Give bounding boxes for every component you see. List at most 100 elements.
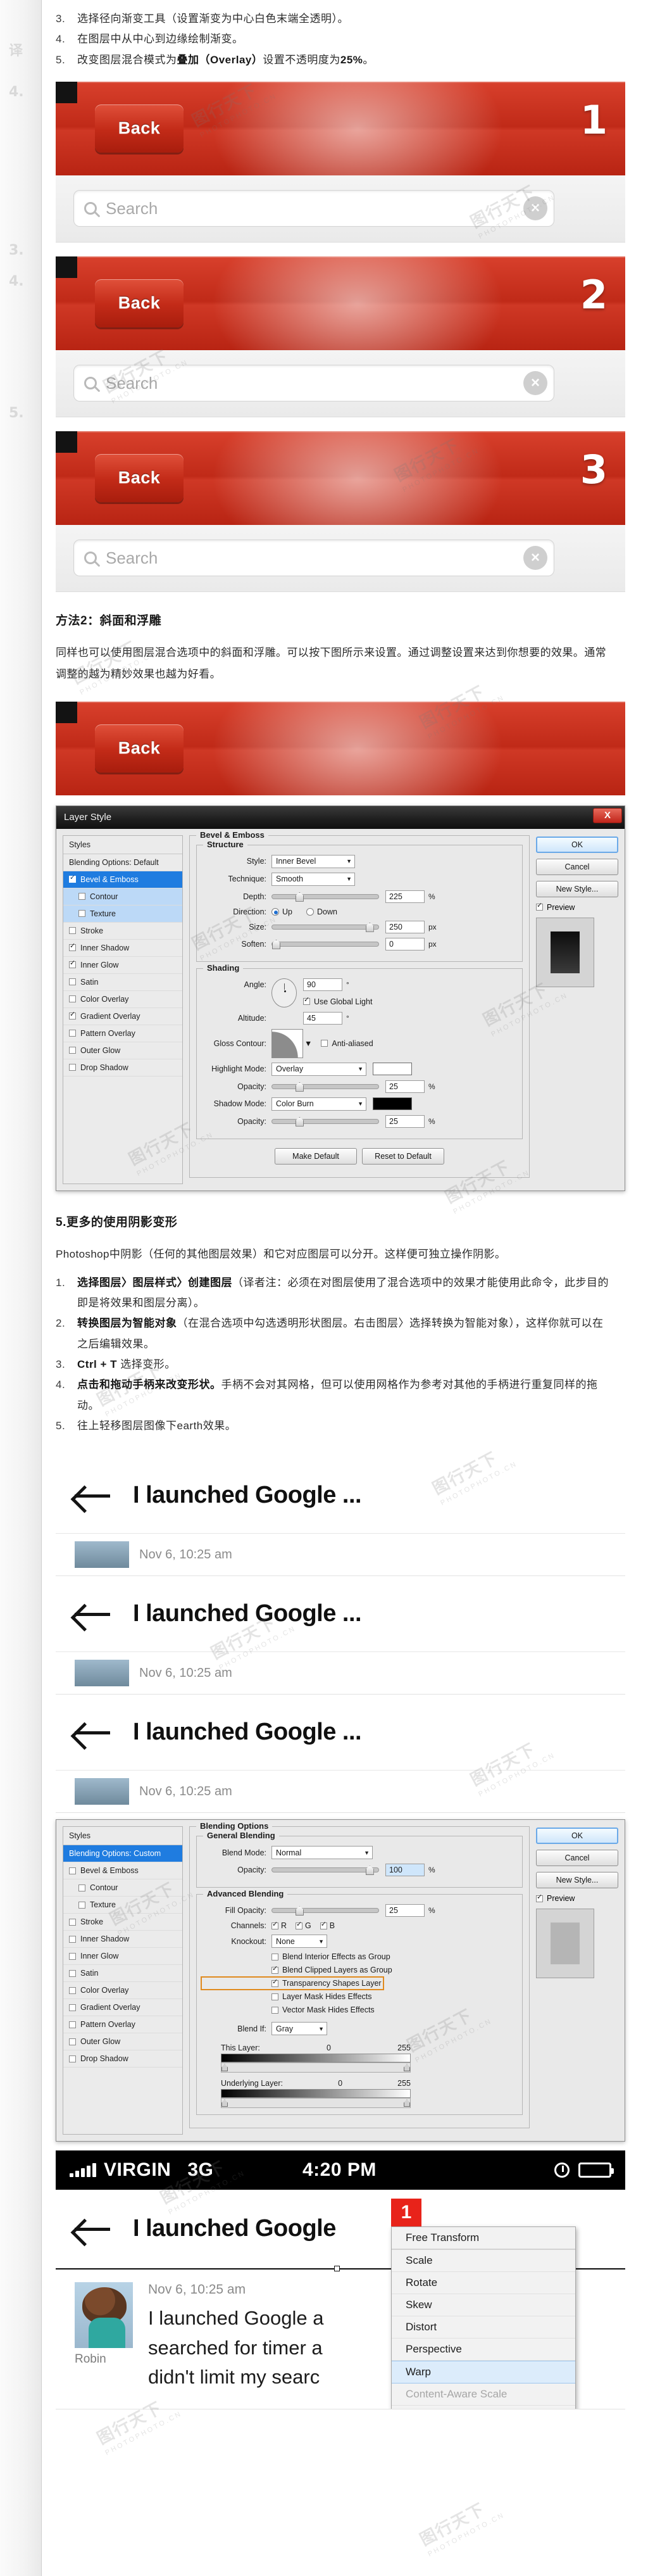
- checkbox-icon[interactable]: [271, 1993, 278, 2000]
- checkbox-icon[interactable]: [78, 910, 85, 918]
- checkbox-icon[interactable]: [69, 1064, 76, 1071]
- gloss-contour-preview[interactable]: [271, 1028, 303, 1058]
- style-row-color-overlay[interactable]: Color Overlay: [63, 991, 182, 1008]
- back-arrow-icon[interactable]: [75, 1602, 111, 1626]
- style-row-satin[interactable]: Satin: [63, 1965, 182, 1983]
- menu-item-scale[interactable]: Scale: [392, 2250, 575, 2273]
- checkbox-icon[interactable]: [271, 1978, 278, 1987]
- back-button-3[interactable]: Back: [95, 453, 184, 502]
- checkbox-icon[interactable]: [78, 893, 85, 900]
- angle-value[interactable]: 90: [303, 978, 342, 991]
- shadow-color-swatch[interactable]: [373, 1097, 412, 1111]
- clear-circle-icon[interactable]: ×: [523, 546, 547, 571]
- checkbox-icon[interactable]: [69, 995, 76, 1003]
- radio-down-icon[interactable]: [306, 907, 314, 916]
- checkbox-icon[interactable]: [536, 1893, 543, 1902]
- style-row-outer-glow[interactable]: Outer Glow: [63, 1042, 182, 1059]
- checkbox-icon[interactable]: [296, 1921, 303, 1929]
- angle-dial-icon[interactable]: [271, 978, 297, 1007]
- checkbox-icon[interactable]: [321, 1040, 328, 1047]
- menu-item-distort[interactable]: Distort: [392, 2316, 575, 2339]
- highlight-opacity-slider[interactable]: [271, 1082, 379, 1092]
- shadow-opacity-value[interactable]: 25: [385, 1114, 425, 1128]
- checkbox-icon[interactable]: [303, 996, 310, 1006]
- make-default-button[interactable]: Make Default: [275, 1147, 357, 1165]
- clear-circle-icon[interactable]: ×: [523, 371, 547, 396]
- style-dropdown[interactable]: Inner Bevel ▼: [271, 854, 355, 868]
- checkbox-icon[interactable]: [69, 959, 76, 969]
- underlying-layer-slider-track[interactable]: [221, 2098, 411, 2109]
- style-row-texture[interactable]: Texture: [63, 1897, 182, 1914]
- menu-item-perspective[interactable]: Perspective: [392, 2339, 575, 2361]
- style-row-bevel-emboss[interactable]: Bevel & Emboss: [63, 1862, 182, 1880]
- back-arrow-icon[interactable]: [75, 2217, 111, 2241]
- menu-item-skew[interactable]: Skew: [392, 2294, 575, 2317]
- checkbox-icon[interactable]: [69, 1011, 76, 1020]
- checkbox-icon[interactable]: [69, 2055, 76, 2062]
- checkbox-icon[interactable]: [320, 1921, 327, 1929]
- knockout-dropdown[interactable]: None ▼: [271, 1935, 327, 1948]
- style-row-inner-glow[interactable]: Inner Glow: [63, 957, 182, 974]
- clear-circle-icon[interactable]: ×: [523, 196, 547, 221]
- chevron-down-icon[interactable]: ▼: [304, 1039, 312, 1048]
- menu-item-free-transform[interactable]: Free Transform: [392, 2227, 575, 2251]
- style-row-satin[interactable]: Satin: [63, 974, 182, 991]
- style-row-gradient-overlay[interactable]: Gradient Overlay: [63, 1008, 182, 1025]
- checkbox-icon[interactable]: [69, 1918, 76, 1926]
- checkbox-icon[interactable]: [69, 2038, 76, 2045]
- slider-handle[interactable]: [404, 2064, 410, 2072]
- checkbox-icon[interactable]: [69, 1952, 76, 1960]
- soften-slider[interactable]: [271, 939, 379, 949]
- checkbox-icon[interactable]: [536, 902, 543, 911]
- checkbox-icon[interactable]: [271, 2006, 278, 2014]
- checkbox-icon[interactable]: [69, 1047, 76, 1054]
- checkbox-icon[interactable]: [69, 1969, 76, 1977]
- checkbox-icon[interactable]: [78, 1901, 85, 1909]
- menu-item-rotate[interactable]: Rotate: [392, 2272, 575, 2295]
- slider-knob[interactable]: [295, 1116, 304, 1127]
- style-row-gradient-overlay[interactable]: Gradient Overlay: [63, 1999, 182, 2017]
- fill-opacity-slider[interactable]: [271, 1906, 379, 1916]
- style-row-outer-glow[interactable]: Outer Glow: [63, 2033, 182, 2051]
- menu-item-warp[interactable]: Warp: [392, 2361, 575, 2384]
- style-row-pattern-overlay[interactable]: Pattern Overlay: [63, 2016, 182, 2034]
- new-style-button[interactable]: New Style...: [536, 1872, 618, 1889]
- checkbox-icon[interactable]: [69, 2004, 76, 2011]
- back-arrow-icon[interactable]: [75, 1720, 111, 1745]
- style-row-drop-shadow[interactable]: Drop Shadow: [63, 1059, 182, 1076]
- back-button-4[interactable]: Back: [95, 724, 184, 773]
- ok-button[interactable]: OK: [536, 836, 618, 853]
- depth-slider[interactable]: [271, 892, 379, 902]
- reset-to-default-button[interactable]: Reset to Default: [362, 1147, 444, 1165]
- slider-handle[interactable]: [221, 2099, 228, 2107]
- altitude-value[interactable]: 45: [303, 1011, 342, 1025]
- opacity-slider[interactable]: [271, 1866, 379, 1876]
- style-row-pattern-overlay[interactable]: Pattern Overlay: [63, 1025, 182, 1042]
- preview-toggle[interactable]: Preview: [536, 1893, 618, 1903]
- style-row-stroke[interactable]: Stroke: [63, 1914, 182, 1931]
- slider-knob[interactable]: [295, 892, 304, 902]
- style-row-bevel-emboss[interactable]: Bevel & Emboss: [63, 871, 182, 888]
- transform-handle[interactable]: [334, 2266, 340, 2272]
- checkbox-icon[interactable]: [69, 978, 76, 986]
- slider-handle[interactable]: [404, 2099, 410, 2107]
- ok-button[interactable]: OK: [536, 1828, 618, 1845]
- this-layer-slider-track[interactable]: [221, 2062, 411, 2073]
- search-input-3[interactable]: Search ×: [73, 540, 554, 577]
- opacity-value[interactable]: 100: [385, 1864, 425, 1877]
- style-row-inner-glow[interactable]: Inner Glow: [63, 1948, 182, 1966]
- new-style-button[interactable]: New Style...: [536, 880, 618, 897]
- highlight-mode-dropdown[interactable]: Overlay ▼: [271, 1062, 366, 1076]
- style-row-contour[interactable]: Contour: [63, 888, 182, 906]
- slider-knob[interactable]: [295, 1082, 304, 1092]
- style-row-contour[interactable]: Contour: [63, 1879, 182, 1897]
- blend-if-dropdown[interactable]: Gray ▼: [271, 2022, 327, 2036]
- checkbox-icon[interactable]: [69, 942, 76, 952]
- slider-knob[interactable]: [365, 922, 374, 932]
- close-icon[interactable]: X: [593, 807, 622, 823]
- blend-mode-dropdown[interactable]: Normal ▼: [271, 1846, 373, 1860]
- style-row-inner-shadow[interactable]: Inner Shadow: [63, 940, 182, 957]
- slider-handle[interactable]: [221, 2064, 228, 2072]
- checkbox-icon[interactable]: [69, 1986, 76, 1994]
- style-row-drop-shadow[interactable]: Drop Shadow: [63, 2050, 182, 2068]
